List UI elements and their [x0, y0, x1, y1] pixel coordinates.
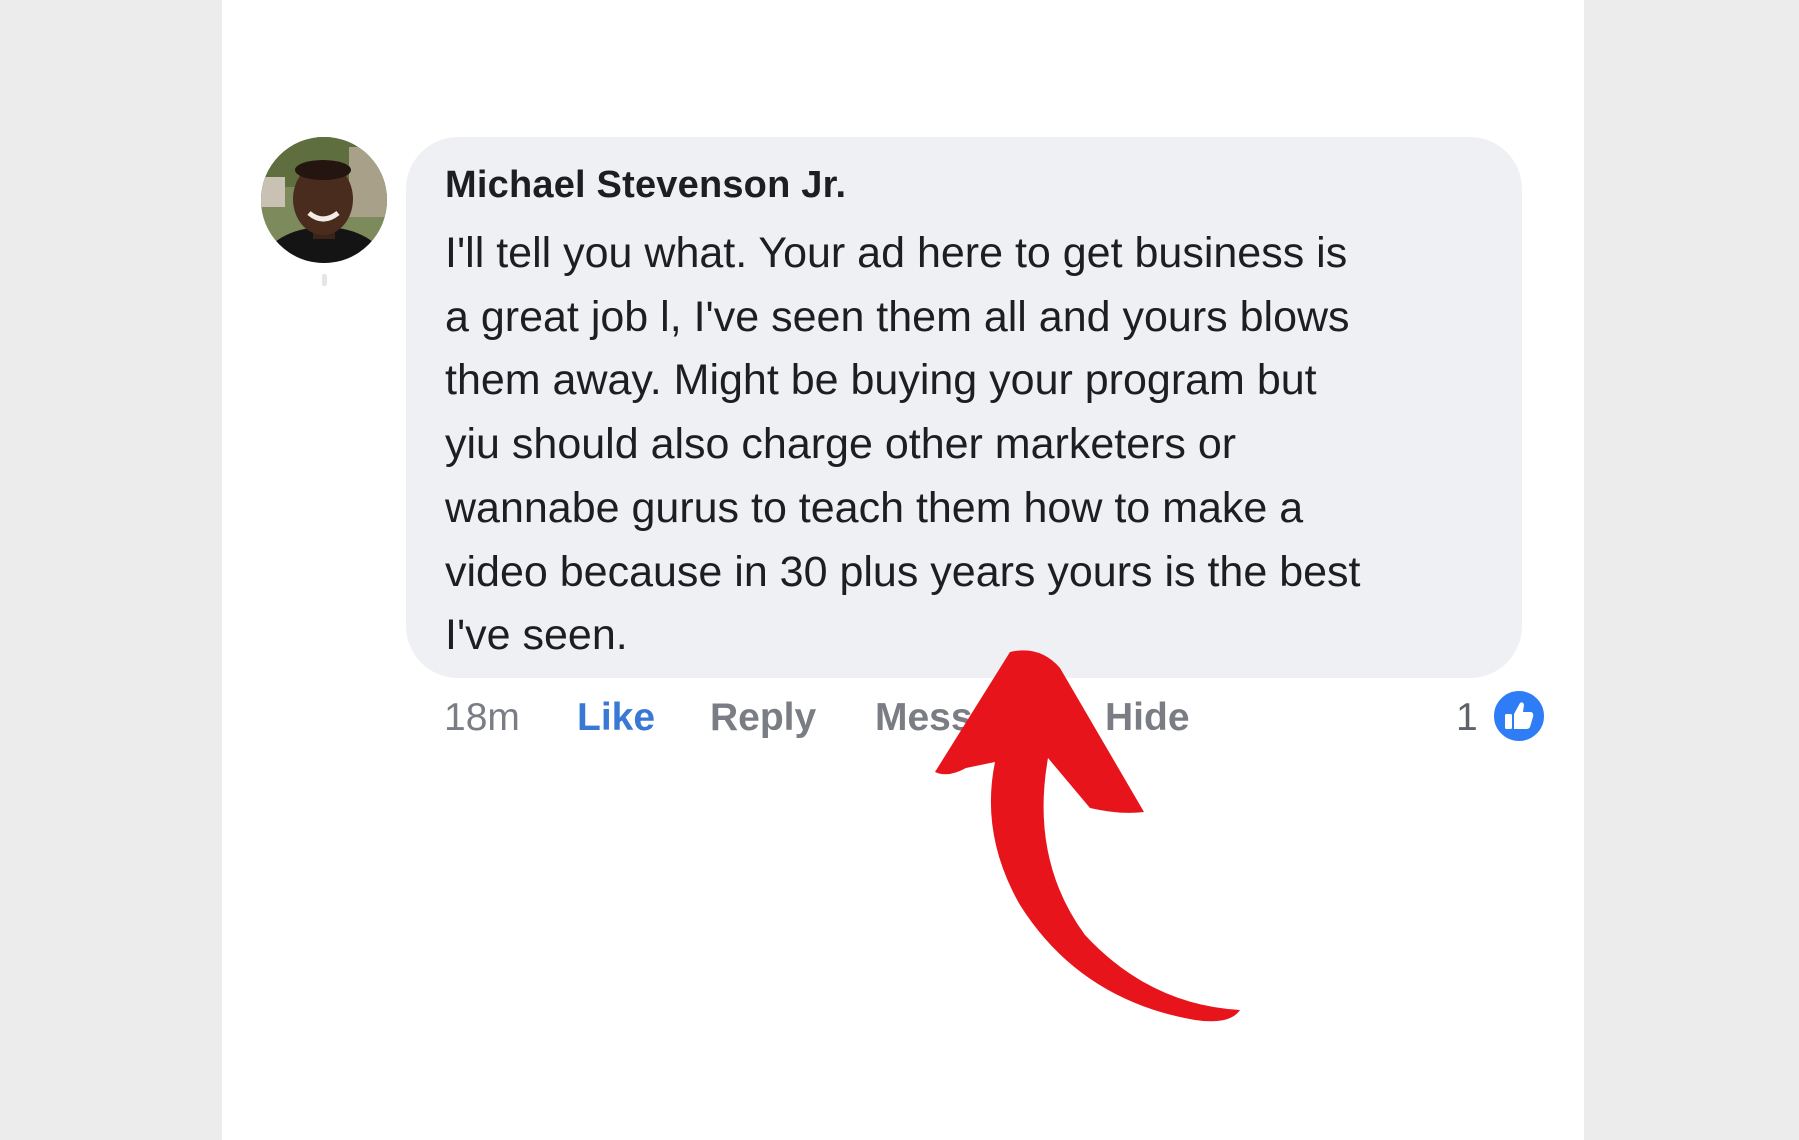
- hide-button[interactable]: Hide: [1105, 690, 1190, 746]
- comment-text: I'll tell you what. Your ad here to get …: [445, 222, 1486, 668]
- comment-line: yiu should also charge other marketers o…: [445, 420, 1237, 469]
- comment-line: them away. Might be buying your program …: [445, 356, 1317, 405]
- comment-line: I've seen.: [445, 611, 628, 660]
- comment-line: wannabe gurus to teach them how to make …: [445, 483, 1304, 532]
- reply-button[interactable]: Reply: [710, 690, 816, 746]
- comment-author[interactable]: Michael Stevenson Jr.: [445, 162, 1486, 208]
- thread-line: [322, 274, 327, 286]
- thumbs-up-icon[interactable]: [1492, 689, 1546, 743]
- reaction-count[interactable]: 1: [1456, 690, 1478, 746]
- comment-timestamp[interactable]: 18m: [444, 690, 520, 746]
- avatar[interactable]: [261, 137, 387, 263]
- profile-photo-icon: [261, 137, 387, 263]
- comment-line: I'll tell you what. Your ad here to get …: [445, 229, 1348, 277]
- comment-bubble: Michael Stevenson Jr. I'll tell you what…: [406, 137, 1522, 678]
- message-button[interactable]: Message: [875, 690, 1040, 746]
- comment-line: video because in 30 plus years yours is …: [445, 547, 1361, 596]
- comment-line: a great job l, I've seen them all and yo…: [445, 292, 1350, 341]
- like-button[interactable]: Like: [577, 690, 655, 746]
